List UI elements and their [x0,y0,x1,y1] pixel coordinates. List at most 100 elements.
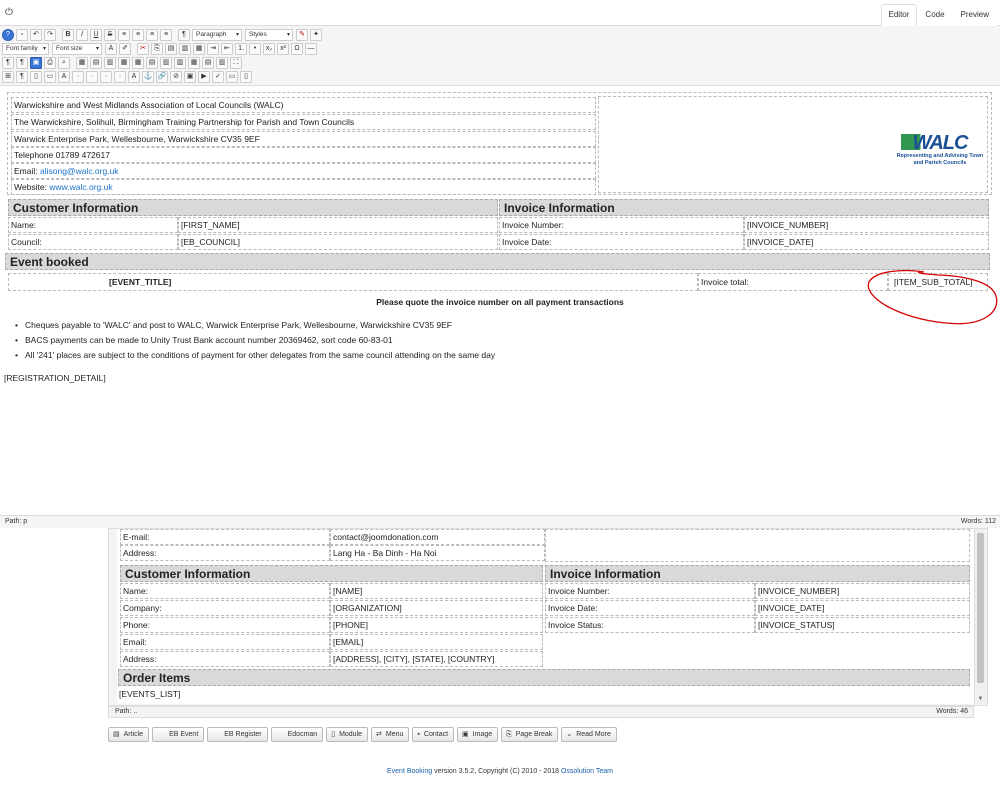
contact-button[interactable]: ▪ Contact [412,727,455,742]
ins-icon[interactable]: A [128,71,140,83]
font-family-select[interactable]: Font family ▾ [2,43,49,55]
link-icon[interactable]: 🔗 [156,71,168,83]
format-block-icon[interactable]: ¶ [178,29,190,41]
lower-blank-cell [545,529,970,562]
read-more-button[interactable]: ⌄ Read More [561,727,617,742]
insert-layer-icon[interactable]: ▭ [44,71,56,83]
eb-event-button[interactable]: EB Event [152,727,205,742]
insert-col-after-icon[interactable]: ▥ [174,57,186,69]
undo-icon[interactable]: ↶ [30,29,42,41]
tab-editor[interactable]: Editor [880,4,918,26]
print-icon[interactable]: ⎙ [44,57,56,69]
scroll-down-icon[interactable]: ▼ [975,694,986,704]
delete-col-icon[interactable]: ▦ [188,57,200,69]
subscript-icon[interactable]: x₂ [263,43,275,55]
bullet-list-icon[interactable]: • [249,43,261,55]
secondary-scrollbar[interactable]: ▼ [974,529,986,704]
telephone-line: Telephone 01789 472617 [11,147,596,163]
highlight-icon[interactable]: ✐ [119,43,131,55]
charmap-icon[interactable]: Ω [291,43,303,55]
new-document-icon[interactable]: ▫ [16,29,28,41]
spellcheck-icon[interactable]: ✓ [212,71,224,83]
website-line: Website: www.walc.org.uk [11,179,596,195]
anchor-icon[interactable]: ⚓ [142,71,154,83]
align-justify-icon[interactable]: ≡ [118,29,130,41]
acronym-icon[interactable]: · [86,71,98,83]
source-icon[interactable]: ▣ [30,57,42,69]
nonbreaking-icon[interactable]: ▭ [226,71,238,83]
table-row-props-icon[interactable]: ▤ [90,57,102,69]
strikethrough-icon[interactable]: S [104,29,116,41]
redo-icon[interactable]: ↷ [44,29,56,41]
superscript-icon[interactable]: x² [277,43,289,55]
website-link[interactable]: www.walc.org.uk [49,182,112,192]
text-color-icon[interactable]: A [105,43,117,55]
event-booking-link[interactable]: Event Booking [387,768,432,775]
email-link[interactable]: alisong@walc.org.uk [40,166,119,176]
editor-content-area[interactable]: Warwickshire and West Midlands Associati… [0,88,1000,515]
secondary-editor-content[interactable]: E-mail: contact@joomdonation.com Address… [117,529,974,704]
rtl-icon[interactable]: ¶ [16,57,28,69]
horizontal-rule-icon[interactable]: — [305,43,317,55]
bold-icon[interactable]: B [62,29,74,41]
ltr-icon[interactable]: ¶ [2,57,14,69]
module-button[interactable]: ▯ Module [326,727,369,742]
paste-icon[interactable]: ▤ [165,43,177,55]
tab-preview[interactable]: Preview [952,4,997,26]
pagebreak-icon[interactable]: ▯ [240,71,252,83]
font-size-select[interactable]: Font size ▾ [52,43,102,55]
eb-register-button[interactable]: EB Register [207,727,268,742]
tab-code[interactable]: Code [917,4,953,26]
align-center-icon[interactable]: ≡ [132,29,144,41]
power-icon[interactable]: ⏻ [5,8,15,18]
copy-icon[interactable]: ⎘ [151,43,163,55]
abbr-icon[interactable]: · [72,71,84,83]
search-icon[interactable]: ⌕ [58,57,70,69]
lower-cust-label: Phone: [120,617,330,633]
insert-col-before-icon[interactable]: ▥ [160,57,172,69]
visual-aid-icon[interactable]: ⊞ [2,71,14,83]
show-blocks-icon[interactable]: ¶ [16,71,28,83]
align-right-icon[interactable]: ≡ [160,29,172,41]
article-button[interactable]: ▤ Article [108,727,150,742]
paste-text-icon[interactable]: ▥ [179,43,191,55]
insert-row-after-icon[interactable]: ▦ [132,57,144,69]
paste-word-icon[interactable]: ▦ [193,43,205,55]
menu-button[interactable]: ⇄ Menu [371,727,410,742]
image-button[interactable]: ▣ Image [457,727,499,742]
cite-icon[interactable]: · [114,71,126,83]
secondary-status-bar: Path: .. Words: 46 [108,706,974,718]
fullscreen-icon[interactable]: ⛶ [230,57,242,69]
merge-cells-icon[interactable]: ▥ [216,57,228,69]
italic-icon[interactable]: I [76,29,88,41]
scroll-thumb[interactable] [977,533,984,683]
image-icon[interactable]: ▣ [184,71,196,83]
table-icon[interactable]: ▦ [76,57,88,69]
eraser-icon[interactable]: ✎ [296,29,308,41]
event-booked-heading: Event booked [5,253,990,270]
split-cells-icon[interactable]: ▤ [202,57,214,69]
outdent-icon[interactable]: ⇤ [221,43,233,55]
ossolution-link[interactable]: Ossolution Team [561,768,613,775]
edocman-button[interactable]: Edocman [270,727,324,742]
styles-select[interactable]: Styles ▾ [245,29,293,41]
style-props-icon[interactable]: A [58,71,70,83]
media-icon[interactable]: ▶ [198,71,210,83]
unlink-icon[interactable]: ⊘ [170,71,182,83]
table-cell-props-icon[interactable]: ▥ [104,57,116,69]
numbered-list-icon[interactable]: 1. [235,43,247,55]
cleanup-icon[interactable]: ✦ [310,29,322,41]
cut-icon[interactable]: ✂ [137,43,149,55]
lower-address-value: Lang Ha - Ba Dinh - Ha Noi [330,545,545,561]
help-icon[interactable]: ? [2,29,14,41]
template-icon[interactable]: ▯ [30,71,42,83]
delete-row-icon[interactable]: ▤ [146,57,158,69]
page-break-button[interactable]: ⎘ Page Break [501,727,559,742]
lower-cust-value: [EMAIL] [330,634,543,650]
align-left-icon[interactable]: ≡ [146,29,158,41]
insert-row-before-icon[interactable]: ▦ [118,57,130,69]
indent-icon[interactable]: ⇥ [207,43,219,55]
attribs-icon[interactable]: · [100,71,112,83]
underline-icon[interactable]: U [90,29,102,41]
format-select[interactable]: Paragraph ▾ [192,29,242,41]
